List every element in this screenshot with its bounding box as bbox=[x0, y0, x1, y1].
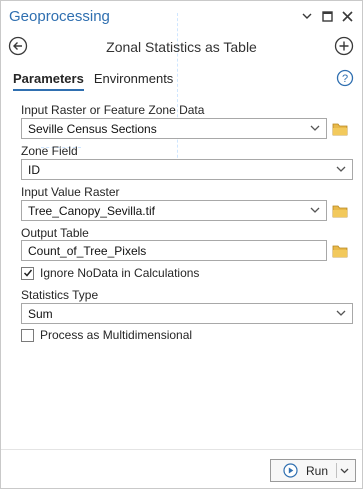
multidimensional-label: Process as Multidimensional bbox=[40, 328, 193, 342]
folder-icon[interactable] bbox=[332, 204, 348, 218]
play-icon bbox=[283, 463, 298, 478]
tab-environments[interactable]: Environments bbox=[94, 71, 173, 91]
zone-data-value: Seville Census Sections bbox=[28, 122, 157, 136]
run-separator bbox=[336, 463, 337, 478]
svg-text:?: ? bbox=[342, 73, 348, 85]
output-table-label: Output Table bbox=[21, 226, 89, 240]
zone-field-dropdown[interactable]: ID bbox=[21, 159, 353, 180]
ignore-nodata-row: Ignore NoData in Calculations bbox=[21, 266, 199, 280]
background-artifact bbox=[177, 13, 178, 173]
tab-parameters[interactable]: Parameters bbox=[13, 71, 84, 91]
checkmark-icon bbox=[23, 269, 32, 277]
chevron-down-icon[interactable] bbox=[340, 466, 349, 475]
folder-icon[interactable] bbox=[332, 244, 348, 258]
multidimensional-row: Process as Multidimensional bbox=[21, 328, 192, 342]
help-button[interactable]: ? bbox=[336, 69, 354, 87]
run-button[interactable]: Run bbox=[270, 459, 356, 482]
statistics-type-label: Statistics Type bbox=[21, 288, 99, 302]
output-table-input[interactable]: Count_of_Tree_Pixels bbox=[21, 240, 327, 261]
maximize-icon[interactable] bbox=[320, 9, 334, 23]
value-raster-dropdown[interactable]: Tree_Canopy_Sevilla.tif bbox=[21, 200, 327, 221]
add-button[interactable] bbox=[334, 36, 354, 56]
chevron-down-icon bbox=[336, 166, 346, 172]
ignore-nodata-checkbox[interactable] bbox=[21, 266, 34, 280]
output-table-value: Count_of_Tree_Pixels bbox=[28, 244, 147, 258]
tool-title: Zonal Statistics as Table bbox=[106, 39, 257, 55]
ignore-nodata-label: Ignore NoData in Calculations bbox=[40, 266, 200, 280]
dropdown-icon[interactable] bbox=[300, 9, 314, 23]
plus-circle-icon bbox=[334, 36, 354, 56]
zone-field-value: ID bbox=[28, 163, 40, 177]
chevron-down-icon bbox=[336, 310, 346, 316]
zone-field-label: Zone Field bbox=[21, 144, 78, 158]
chevron-down-icon bbox=[310, 125, 320, 131]
value-raster-value: Tree_Canopy_Sevilla.tif bbox=[28, 204, 155, 218]
zone-data-dropdown[interactable]: Seville Census Sections bbox=[21, 118, 327, 139]
footer-divider bbox=[1, 449, 362, 450]
title-bar: Geoprocessing bbox=[1, 1, 362, 33]
pane-title: Geoprocessing bbox=[9, 8, 110, 25]
value-raster-label: Input Value Raster bbox=[21, 185, 120, 199]
chevron-down-icon bbox=[310, 207, 320, 213]
help-icon: ? bbox=[336, 69, 354, 87]
tab-strip: Parameters Environments bbox=[13, 71, 173, 91]
close-icon[interactable] bbox=[340, 9, 354, 23]
statistics-type-dropdown[interactable]: Sum bbox=[21, 303, 353, 324]
folder-icon[interactable] bbox=[332, 122, 348, 136]
geoprocessing-pane: Geoprocessing Zonal Statistics as Table … bbox=[0, 0, 363, 489]
zone-data-label: Input Raster or Feature Zone Data bbox=[21, 103, 205, 117]
window-controls bbox=[300, 9, 354, 23]
multidimensional-checkbox[interactable] bbox=[21, 328, 34, 342]
statistics-type-value: Sum bbox=[28, 307, 53, 321]
run-label: Run bbox=[306, 463, 329, 478]
